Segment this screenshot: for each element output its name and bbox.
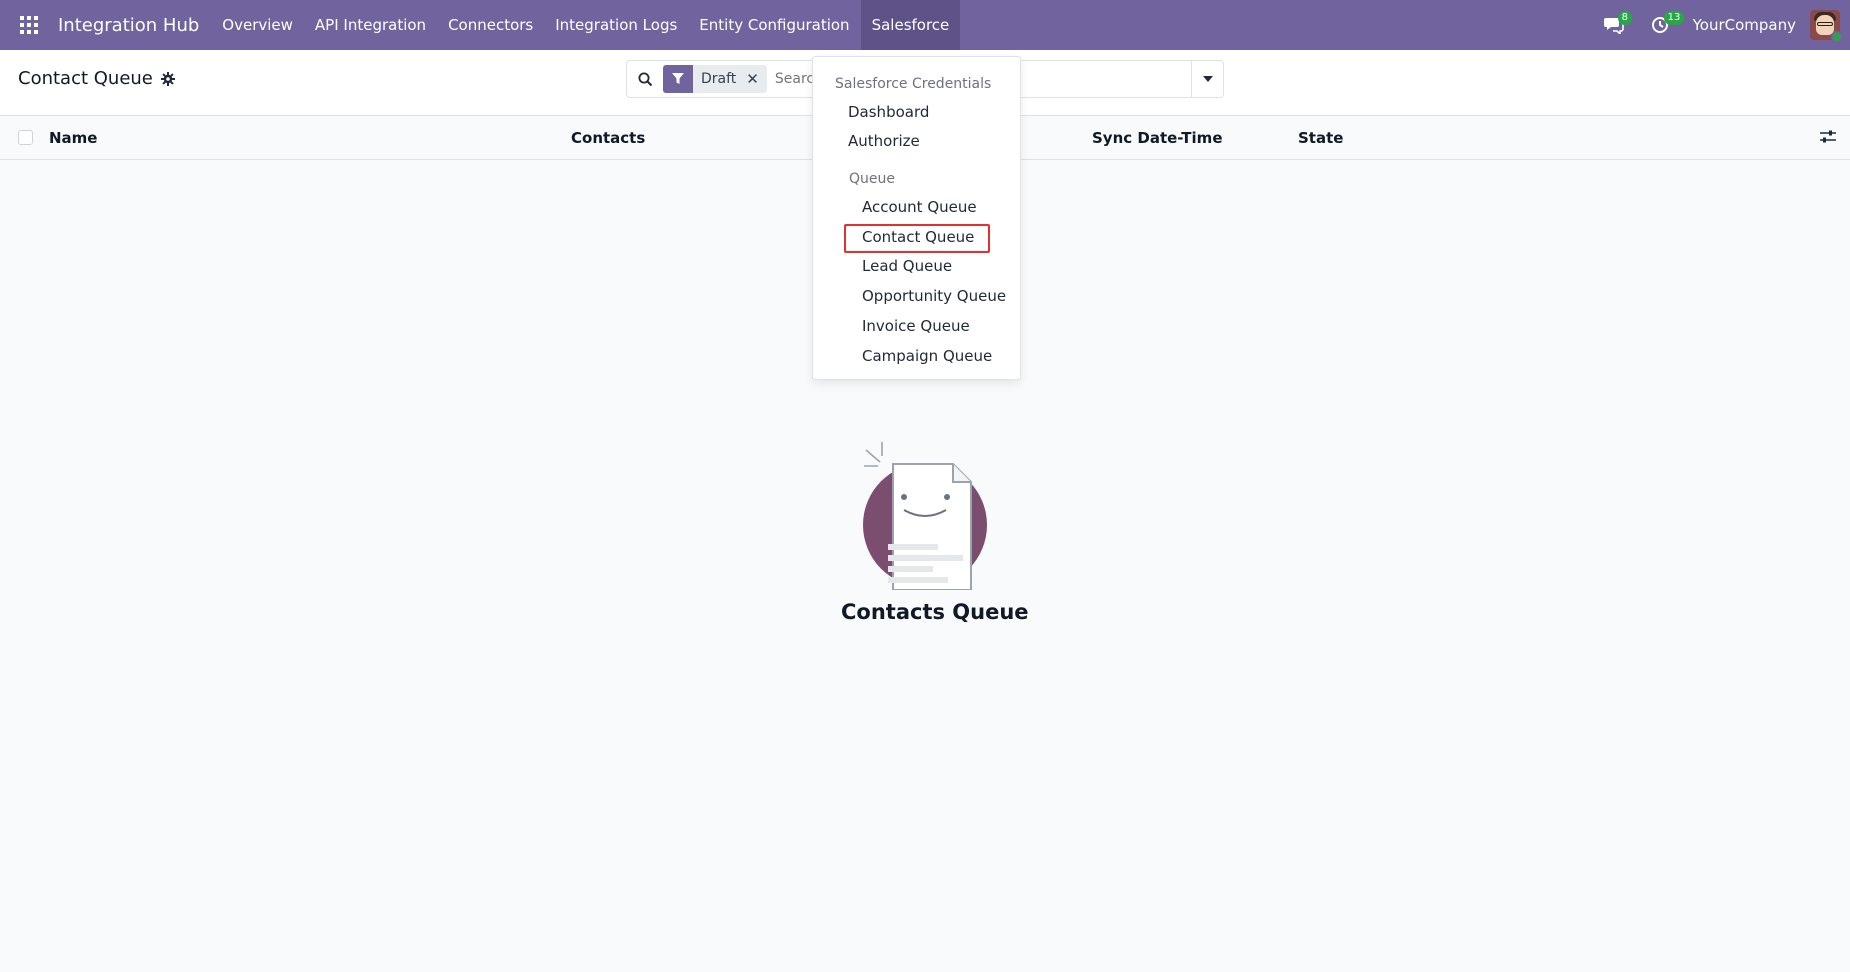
dropdown-item-opportunity-queue[interactable]: Opportunity Queue [862,287,1006,305]
column-name[interactable]: Name [49,129,97,147]
dropdown-section-credentials: Salesforce Credentials [835,76,992,92]
messages-button[interactable]: 8 [1591,0,1637,50]
column-sync-date-time[interactable]: Sync Date-Time [1092,129,1223,147]
column-state[interactable]: State [1298,129,1343,147]
menu-integration-logs[interactable]: Integration Logs [544,0,688,50]
top-navbar: Integration Hub Overview API Integration… [0,0,1850,50]
search-options-toggle[interactable] [1191,61,1223,97]
apps-menu-icon[interactable] [0,0,58,50]
dropdown-item-lead-queue[interactable]: Lead Queue [862,257,952,275]
optional-columns-icon[interactable] [1820,129,1836,148]
menu-salesforce[interactable]: Salesforce [860,0,961,50]
app-brand[interactable]: Integration Hub [58,15,199,36]
facet-remove-icon[interactable]: ✕ [744,70,767,88]
breadcrumb: Contact Queue [18,68,175,89]
search-icon[interactable] [627,72,663,87]
menu-overview[interactable]: Overview [211,0,304,50]
dropdown-item-invoice-queue[interactable]: Invoice Queue [862,317,970,335]
menu-entity-configuration[interactable]: Entity Configuration [688,0,860,50]
dropdown-item-account-queue[interactable]: Account Queue [862,198,977,216]
dropdown-item-dashboard[interactable]: Dashboard [848,103,929,121]
empty-state-illustration [860,440,990,591]
company-switcher[interactable]: YourCompany [1693,16,1796,34]
column-contacts[interactable]: Contacts [571,129,645,147]
page-title: Contact Queue [18,68,153,89]
dropdown-item-campaign-queue[interactable]: Campaign Queue [862,347,992,365]
dropdown-item-contact-queue[interactable]: Contact Queue [862,228,974,246]
systray: 8 13 YourCompany [1591,0,1850,50]
online-status-dot [1831,31,1843,43]
select-all-checkbox[interactable] [18,130,33,145]
user-avatar[interactable] [1810,10,1843,43]
filter-icon [663,65,693,93]
menu-api-integration[interactable]: API Integration [304,0,437,50]
search-facet: Draft ✕ [663,65,767,93]
menu-connectors[interactable]: Connectors [437,0,544,50]
caret-down-icon [1202,76,1213,82]
empty-state-title-text: Contacts Queue [841,600,1029,624]
dropdown-item-authorize[interactable]: Authorize [848,132,920,150]
salesforce-dropdown-menu: Salesforce Credentials Dashboard Authori… [812,56,1021,380]
gear-icon[interactable] [160,71,175,86]
facet-label: Draft [701,71,737,87]
dropdown-section-queue: Queue [849,171,895,187]
activities-counter: 13 [1663,11,1685,25]
activities-button[interactable]: 13 [1637,0,1685,50]
messages-counter: 8 [1617,11,1632,25]
